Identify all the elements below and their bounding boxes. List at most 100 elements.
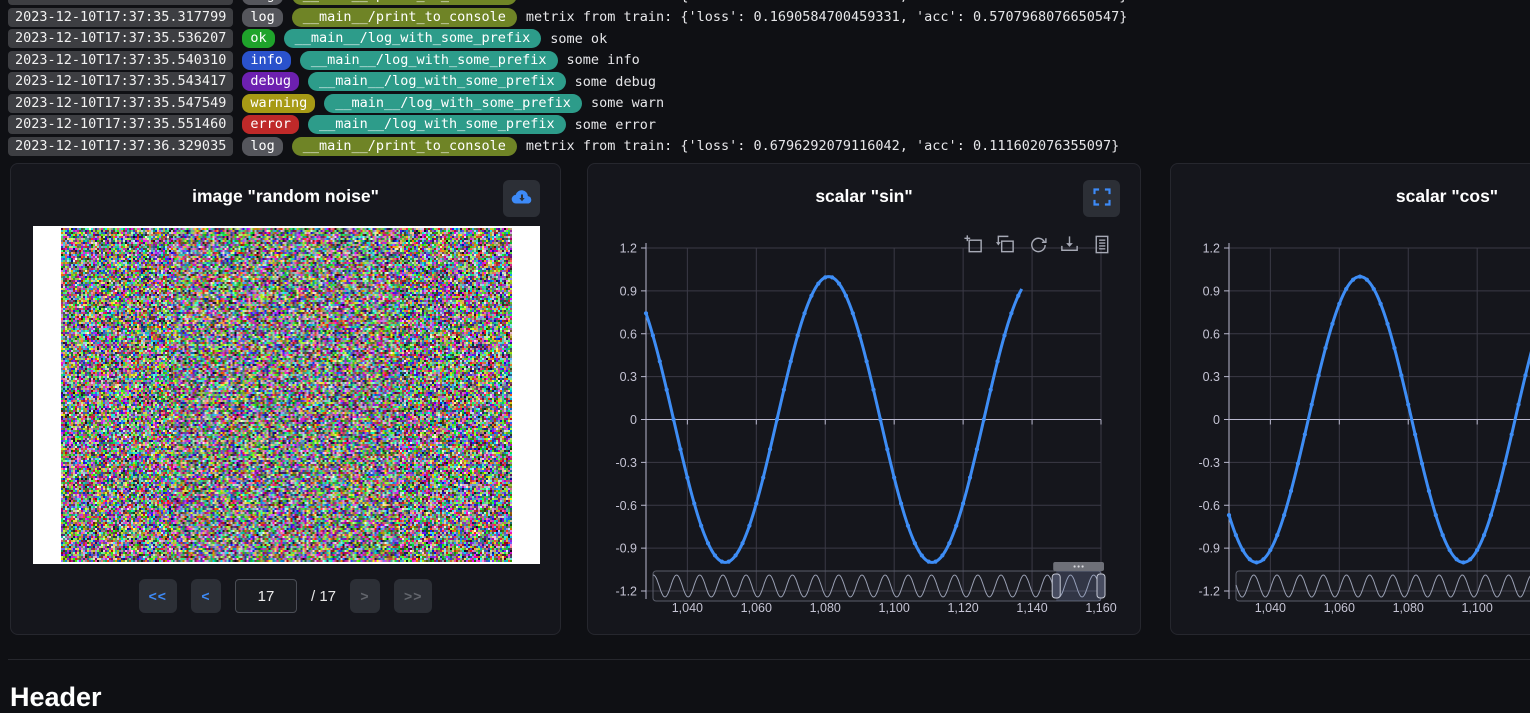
fullscreen-icon <box>1092 187 1112 210</box>
data-point <box>858 333 862 337</box>
data-point <box>1016 294 1020 298</box>
data-point <box>1227 513 1231 517</box>
next-page-button[interactable]: > <box>350 579 380 613</box>
y-tick-label: -1.2 <box>615 585 637 599</box>
data-point <box>727 560 731 564</box>
log-row: 2023-12-10T17:37:35.536207 ok __main__/log… <box>8 29 1530 48</box>
data-point <box>975 447 979 451</box>
data-point <box>1468 557 1472 561</box>
image-card: image "random noise" << < / 17 > >> <box>10 163 561 635</box>
x-tick-label: 1,120 <box>947 601 978 615</box>
data-point <box>734 553 738 557</box>
x-tick-label: 1,100 <box>879 601 910 615</box>
logged-image-frame <box>33 226 540 564</box>
y-tick-label: 0 <box>1213 413 1220 427</box>
timestamp-badge: 2023-12-10T17:37:35.317799 <box>8 8 233 27</box>
data-point <box>713 553 717 557</box>
data-point <box>706 541 710 545</box>
data-point <box>1475 548 1479 552</box>
datazoom-handle[interactable] <box>1097 574 1105 598</box>
y-tick-label: 0.9 <box>1203 284 1220 298</box>
data-point <box>789 359 793 363</box>
log-level-badge: ok <box>242 29 274 48</box>
page-number-input[interactable] <box>235 579 297 613</box>
log-level-badge: error <box>242 115 299 134</box>
data-point <box>1441 533 1445 537</box>
data-point <box>1392 346 1396 350</box>
data-point <box>1482 533 1486 537</box>
data-point <box>927 560 931 564</box>
timestamp-badge: 2023-12-10T17:37:35.547549 <box>8 94 233 113</box>
data-point <box>1261 557 1265 561</box>
log-row: 2023-12-10T17:37:35.551460error__main__/… <box>8 115 1530 134</box>
data-point <box>823 275 827 279</box>
data-point <box>1516 402 1520 406</box>
last-page-button[interactable]: >> <box>394 579 432 613</box>
fullscreen-button[interactable] <box>1083 180 1120 217</box>
cos-line-chart[interactable]: 1.20.90.60.30-0.3-0.6-0.9-1.21,0401,0601… <box>1184 231 1530 621</box>
datazoom-handle[interactable] <box>1052 574 1060 598</box>
x-tick-label: 1,160 <box>1085 601 1116 615</box>
data-point <box>1420 462 1424 466</box>
data-point <box>1385 322 1389 326</box>
restore-icon[interactable] <box>1027 234 1048 260</box>
data-point <box>685 476 689 480</box>
data-point <box>1234 533 1238 537</box>
datazoom-track[interactable] <box>653 571 1101 601</box>
data-point <box>802 311 806 315</box>
data-view-icon[interactable] <box>1091 234 1112 260</box>
scalar-sin-card: scalar "sin" 1.20.90.60.30-0.3-0.6-0.9-1… <box>587 163 1141 635</box>
data-point <box>754 501 758 505</box>
data-point <box>1282 513 1286 517</box>
datazoom-window[interactable] <box>1056 571 1101 601</box>
data-point <box>892 476 896 480</box>
data-point <box>1254 560 1258 564</box>
image-pagination: << < / 17 > >> <box>11 579 560 613</box>
data-point <box>837 281 841 285</box>
prev-page-button[interactable]: < <box>191 579 221 613</box>
download-image-button[interactable] <box>503 180 540 217</box>
data-point <box>913 541 917 545</box>
log-level-badge: log <box>242 8 282 27</box>
data-point <box>651 333 655 337</box>
log-level-badge: debug <box>242 72 299 91</box>
log-row: 2023-12-10T17:37:35.543417 debug __main__/… <box>8 72 1530 91</box>
timestamp-badge: 2023-12-10T17:37:35.543417 <box>8 72 233 91</box>
data-point <box>940 553 944 557</box>
log-message: some warn <box>591 95 664 111</box>
timestamp-badge: 2023-12-10T17:37:36.329035 <box>8 137 233 156</box>
data-point <box>1379 302 1383 306</box>
x-tick-label: 1,060 <box>1324 601 1355 615</box>
y-tick-label: -0.6 <box>1198 499 1220 513</box>
area-zoom-icon[interactable] <box>963 234 984 260</box>
module-badge: __main__/log_with_some_prefix <box>308 72 566 91</box>
log-level-badge: info <box>242 51 291 70</box>
data-point <box>658 359 662 363</box>
y-tick-label: 0.9 <box>620 284 637 298</box>
log-message: some ok <box>550 31 607 47</box>
timestamp-badge: 2023-12-10T17:37:35.536207 <box>8 29 233 48</box>
data-point <box>1317 373 1321 377</box>
timestamp-badge: 2023-12-10T17:37:35.540310 <box>8 51 233 70</box>
image-card-title: image "random noise" <box>11 186 560 207</box>
move-handle-dot <box>1074 565 1076 567</box>
section-divider <box>8 659 1530 660</box>
sin-line-chart[interactable]: 1.20.90.60.30-0.3-0.6-0.9-1.21,0401,0601… <box>601 231 1136 621</box>
module-badge: __main__/log_with_some_prefix <box>284 29 542 48</box>
first-page-button[interactable]: << <box>139 579 177 613</box>
zoom-reset-icon[interactable] <box>995 234 1016 260</box>
data-point <box>1337 302 1341 306</box>
y-tick-label: -0.3 <box>615 456 637 470</box>
y-tick-label: -0.6 <box>615 499 637 513</box>
log-level-badge: log <box>242 137 282 156</box>
data-point <box>1009 311 1013 315</box>
data-point <box>1323 346 1327 350</box>
save-image-icon[interactable] <box>1059 234 1080 260</box>
data-point <box>878 417 882 421</box>
x-tick-label: 1,040 <box>1255 601 1286 615</box>
module-badge: __main__/print_to_console <box>292 8 517 27</box>
x-tick-label: 1,060 <box>741 601 772 615</box>
log-row: 2023-12-10T17:37:35.547549warning__main_… <box>8 94 1530 113</box>
data-point <box>1303 432 1307 436</box>
log-row: 2023-12-10T17:37:35.540310info__main__/l… <box>8 51 1530 70</box>
